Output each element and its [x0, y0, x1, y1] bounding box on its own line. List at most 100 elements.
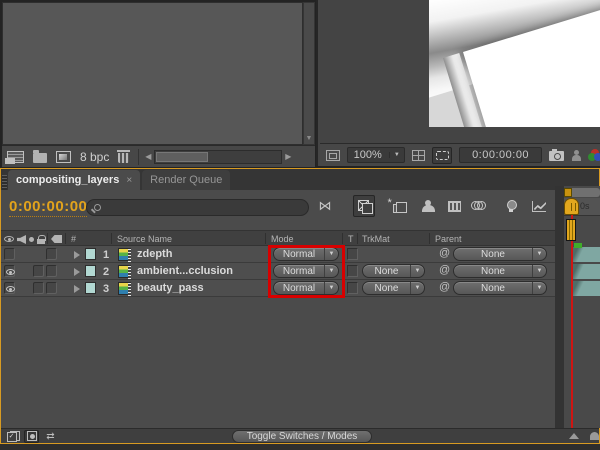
scroll-down-icon[interactable]: ▼ — [305, 135, 313, 142]
parent-dropdown[interactable]: None ▼ — [453, 281, 547, 295]
footage-icon — [118, 282, 131, 295]
toggle-mask-button[interactable] — [432, 147, 451, 164]
search-icon — [94, 204, 101, 211]
composition-panel: 100% ▼ 0:00:00:00 — [316, 0, 600, 166]
solo-toggle[interactable] — [33, 265, 44, 277]
panel-gripper-icon[interactable] — [2, 175, 7, 190]
lock-toggle[interactable] — [46, 265, 57, 277]
layer-duration-bar-3[interactable] — [573, 281, 600, 296]
label-swatch[interactable] — [85, 248, 96, 260]
col-number[interactable]: # — [71, 234, 76, 244]
column-timeline-divider[interactable] — [555, 186, 564, 428]
zoom-mountain-icon[interactable] — [569, 433, 579, 439]
col-mode[interactable]: Mode — [271, 234, 294, 244]
current-time-field[interactable]: 0:00:00:00 — [9, 198, 87, 217]
graph-editor-button[interactable] — [528, 195, 550, 217]
project-vertical-scrollbar[interactable]: ▼ — [303, 2, 315, 145]
magnification-dropdown[interactable]: 100% ▼ — [347, 147, 405, 163]
close-icon[interactable]: × — [126, 175, 132, 186]
lock-column-icon[interactable] — [37, 239, 45, 244]
solo-toggle[interactable] — [33, 282, 44, 294]
parent-dropdown[interactable]: None ▼ — [453, 247, 547, 261]
composition-mini-flowchart-button[interactable]: ⋈ — [314, 195, 336, 217]
draft-3d-button[interactable] — [385, 195, 407, 217]
layer-duration-bar-1[interactable] — [573, 247, 600, 262]
bit-depth-label[interactable]: 8 bpc — [80, 150, 109, 164]
scrollbar-track[interactable] — [154, 150, 282, 164]
toggle-switches-modes-button[interactable]: Toggle Switches / Modes — [232, 430, 372, 443]
parent-dropdown[interactable]: None ▼ — [453, 264, 547, 278]
grid-guides-icon[interactable] — [412, 150, 426, 161]
expand-arrow-icon[interactable] — [74, 268, 80, 276]
label-swatch[interactable] — [85, 265, 96, 277]
trkmat-dropdown[interactable]: None ▼ — [362, 264, 425, 278]
work-area-marker[interactable] — [574, 243, 582, 248]
project-horizontal-scrollbar[interactable]: ◀ ▶ — [138, 149, 294, 165]
region-of-interest-icon[interactable] — [326, 150, 340, 161]
layer-number: 1 — [103, 249, 109, 261]
label-column-icon[interactable] — [51, 235, 62, 243]
video-toggle[interactable] — [4, 248, 15, 260]
work-area-start-handle[interactable] — [564, 188, 572, 197]
t-toggle[interactable] — [347, 282, 358, 294]
col-trkmat[interactable]: TrkMat — [362, 234, 390, 244]
footage-icon — [118, 248, 131, 261]
interpret-footage-icon[interactable] — [7, 151, 24, 163]
audio-column-icon[interactable] — [17, 235, 26, 244]
motion-blur-button[interactable] — [468, 195, 490, 217]
col-parent[interactable]: Parent — [435, 234, 462, 244]
composition-footer-bar: 100% ▼ 0:00:00:00 — [320, 143, 600, 166]
comp-marker-bin-icon[interactable] — [590, 432, 599, 440]
scroll-left-icon[interactable]: ◀ — [142, 152, 154, 161]
draft-3d-icon — [393, 204, 402, 213]
pick-whip-icon[interactable]: @ — [439, 281, 450, 293]
solo-column-icon[interactable] — [29, 237, 34, 242]
video-column-icon[interactable] — [4, 236, 14, 242]
t-toggle[interactable] — [347, 265, 358, 277]
live-update-icon — [358, 200, 371, 212]
col-source-name[interactable]: Source Name — [117, 234, 172, 244]
tab-render-queue[interactable]: Render Queue — [142, 170, 230, 190]
new-composition-icon[interactable] — [56, 151, 71, 163]
project-panel: ▼ 8 bpc ◀ ▶ — [2, 2, 314, 166]
scroll-right-icon[interactable]: ▶ — [282, 152, 294, 161]
layer-name[interactable]: beauty_pass — [137, 282, 204, 294]
pick-whip-icon[interactable]: @ — [439, 247, 450, 259]
current-time-indicator[interactable] — [564, 198, 579, 215]
delete-icon[interactable] — [118, 153, 129, 163]
trkmat-value: None — [363, 283, 410, 294]
tab-compositing-layers[interactable]: compositing_layers × — [8, 170, 140, 190]
col-t[interactable]: T — [348, 234, 354, 244]
trkmat-dropdown[interactable]: None ▼ — [362, 281, 425, 295]
current-time-indicator-tail[interactable] — [566, 219, 576, 241]
snapshot-camera-icon[interactable] — [549, 151, 564, 161]
label-swatch[interactable] — [85, 282, 96, 294]
lock-toggle[interactable] — [46, 248, 57, 260]
chevron-down-icon[interactable]: ▼ — [389, 152, 404, 158]
transfer-controls-pane-button[interactable] — [24, 430, 39, 443]
tab-label: compositing_layers — [16, 174, 119, 186]
comp-timecode[interactable]: 0:00:00:00 — [459, 147, 542, 163]
search-input[interactable] — [86, 199, 309, 216]
expand-arrow-icon[interactable] — [74, 285, 80, 293]
new-folder-icon[interactable] — [33, 153, 47, 163]
layer-name[interactable]: ambient...cclusion — [137, 265, 233, 277]
layer-duration-bar-2[interactable] — [573, 264, 600, 279]
pick-whip-icon[interactable]: @ — [439, 264, 450, 276]
t-toggle[interactable] — [347, 248, 358, 260]
in-out-duration-pane-button[interactable]: ⇄ — [43, 430, 58, 443]
brainstorm-button[interactable] — [500, 195, 522, 217]
hide-shy-layers-button[interactable] — [417, 195, 439, 217]
frame-blending-button[interactable] — [443, 195, 465, 217]
expand-arrow-icon[interactable] — [74, 251, 80, 259]
lock-toggle[interactable] — [46, 282, 57, 294]
layer-name[interactable]: zdepth — [137, 248, 172, 260]
live-update-button[interactable] — [353, 195, 375, 217]
video-toggle[interactable] — [4, 265, 15, 277]
video-toggle[interactable] — [4, 282, 15, 294]
scrollbar-thumb[interactable] — [156, 152, 208, 162]
show-snapshot-icon[interactable] — [571, 150, 582, 161]
channel-rgb-icon[interactable] — [588, 149, 600, 161]
layer-switches-pane-button[interactable] — [5, 430, 20, 443]
layer-number: 2 — [103, 266, 109, 278]
